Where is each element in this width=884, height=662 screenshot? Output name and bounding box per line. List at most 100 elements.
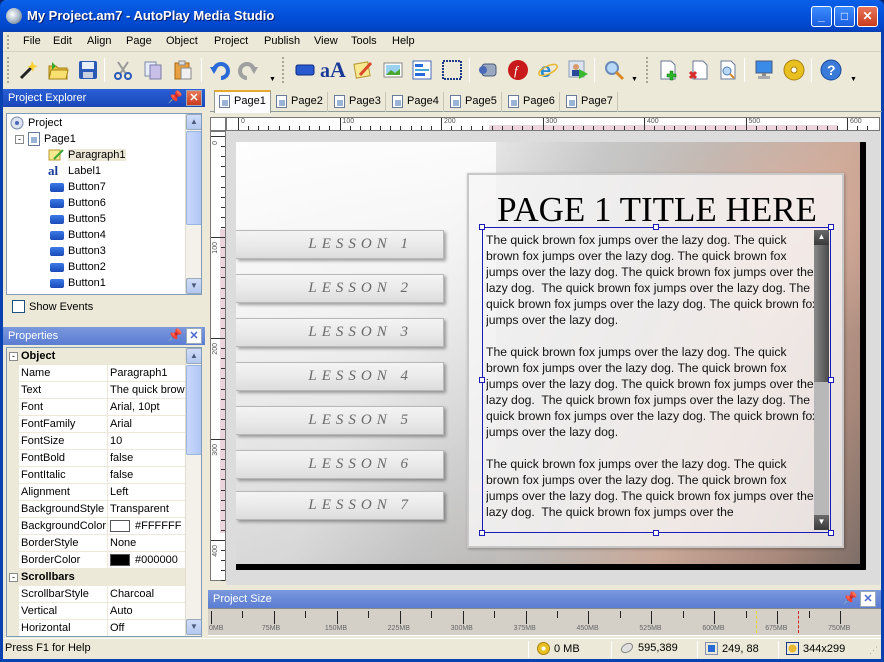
lesson-7-button[interactable]: LESSON 7 [236,491,444,520]
resize-handle[interactable] [479,224,485,230]
collapse-toggle-icon[interactable]: - [9,352,18,361]
property-row-name[interactable]: Name Paragraph1 [7,365,187,382]
property-row-font[interactable]: Font Arial, 10pt [7,399,187,416]
paste-icon[interactable] [170,57,196,83]
menu-page[interactable]: Page [126,35,152,47]
zoom-dropdown-icon[interactable]: ▼ [631,76,638,83]
copy-icon[interactable] [140,57,166,83]
resize-handle[interactable] [828,224,834,230]
properties-scrollbar[interactable]: ▲ ▼ [185,348,201,636]
monitor-preview-icon[interactable] [751,57,777,83]
menu-tools[interactable]: Tools [351,35,377,47]
property-row-borderstyle[interactable]: BorderStyle None [7,535,187,552]
tab-page3[interactable]: Page3 [330,92,386,112]
tree-item-page1[interactable]: - Page1 [15,131,76,147]
collapse-toggle-icon[interactable]: - [15,134,24,144]
scroll-up-icon[interactable]: ▲ [186,114,201,130]
property-value[interactable]: 10 [107,433,187,450]
tree-item-button4[interactable]: Button4 [50,227,106,243]
property-row-backgroundstyle[interactable]: BackgroundStyle Transparent [7,501,187,518]
button-object-icon[interactable] [292,57,318,83]
project-size-close-button[interactable]: ✕ [860,591,876,607]
property-category-scrollbars[interactable]: - Scrollbars [7,569,187,586]
pin-icon[interactable]: 📌 [167,328,183,344]
cut-icon[interactable] [110,57,136,83]
lesson-5-button[interactable]: LESSON 5 [236,406,444,435]
property-value[interactable]: Off [107,620,187,636]
property-row-text[interactable]: Text The quick brown [7,382,187,399]
lesson-2-button[interactable]: LESSON 2 [236,274,444,303]
menu-project[interactable]: Project [214,35,248,47]
tree-item-project[interactable]: Project [10,115,62,131]
property-row-bordercolor[interactable]: BorderColor #000000 [7,552,187,569]
menu-object[interactable]: Object [166,35,198,47]
menu-publish[interactable]: Publish [264,35,300,47]
tree-item-button1[interactable]: Button1 [50,275,106,291]
label-object-icon[interactable]: aA [320,57,346,83]
property-row-scrollbarstyle[interactable]: ScrollbarStyle Charcoal [7,586,187,603]
property-value[interactable]: #000000 [107,552,187,569]
property-row-alignment[interactable]: Alignment Left [7,484,187,501]
scroll-down-icon[interactable]: ▼ [186,619,201,635]
minimize-button[interactable]: _ [811,6,832,27]
property-row-fontsize[interactable]: FontSize 10 [7,433,187,450]
property-value[interactable]: Charcoal [107,586,187,603]
menu-align[interactable]: Align [87,35,111,47]
property-value[interactable]: Transparent [107,501,187,518]
paragraph-object-icon[interactable] [350,57,376,83]
resize-handle[interactable] [828,377,834,383]
color-swatch[interactable] [110,520,130,533]
property-value[interactable]: Arial [107,416,187,433]
tab-page4[interactable]: Page4 [388,92,444,112]
tree-item-button5[interactable]: Button5 [50,211,106,227]
pin-icon[interactable]: 📌 [167,90,183,106]
tab-page1[interactable]: Page1 [214,90,271,113]
menu-help[interactable]: Help [392,35,415,47]
collapse-toggle-icon[interactable]: - [9,573,18,582]
checkbox-box[interactable] [12,300,25,313]
help-icon[interactable]: ? [818,57,844,83]
property-row-vertical[interactable]: Vertical Auto [7,603,187,620]
add-page-icon[interactable] [655,57,681,83]
tree-item-button2[interactable]: Button2 [50,259,106,275]
property-category-object[interactable]: - Object [7,348,187,365]
zoom-icon[interactable] [601,57,627,83]
scroll-down-icon[interactable]: ▼ [186,278,201,294]
menu-edit[interactable]: Edit [53,35,72,47]
scroll-up-icon[interactable]: ▲ [186,348,201,364]
property-value[interactable]: Auto [107,603,187,620]
pin-icon[interactable]: 📌 [842,591,858,607]
slideshow-object-icon[interactable] [565,57,591,83]
help-dropdown-icon[interactable]: ▼ [850,76,857,83]
maximize-button[interactable]: □ [834,6,855,27]
tree-item-paragraph1[interactable]: Paragraph1 [48,147,126,163]
menu-view[interactable]: View [314,35,338,47]
video-object-icon[interactable] [475,57,501,83]
property-value[interactable]: Left [107,484,187,501]
web-object-icon[interactable]: e [535,57,561,83]
tree-scrollbar[interactable]: ▲ ▼ [185,114,201,294]
resize-handle[interactable] [479,377,485,383]
lesson-4-button[interactable]: LESSON 4 [236,362,444,391]
tree-item-button6[interactable]: Button6 [50,195,106,211]
tree-item-button3[interactable]: Button3 [50,243,106,259]
close-button[interactable]: ✕ [857,6,878,27]
tab-page5[interactable]: Page5 [446,92,502,112]
publish-cd-icon[interactable] [781,57,807,83]
delete-page-icon[interactable] [685,57,711,83]
color-swatch[interactable] [110,554,130,567]
tree-item-button7[interactable]: Button7 [50,179,106,195]
resize-handle[interactable] [479,530,485,536]
resize-handle[interactable] [653,530,659,536]
scroll-thumb[interactable] [186,131,201,225]
lesson-3-button[interactable]: LESSON 3 [236,318,444,347]
wizard-icon[interactable] [15,57,41,83]
property-value[interactable]: Paragraph1 [107,365,187,382]
listbox-object-icon[interactable] [409,57,435,83]
project-explorer-close-button[interactable]: ✕ [186,90,202,106]
menu-file[interactable]: File [23,35,41,47]
save-icon[interactable] [75,57,101,83]
resize-grip-icon[interactable]: ⋰ [869,645,878,656]
selection-rect-icon[interactable] [439,57,465,83]
flash-object-icon[interactable]: f [505,57,531,83]
